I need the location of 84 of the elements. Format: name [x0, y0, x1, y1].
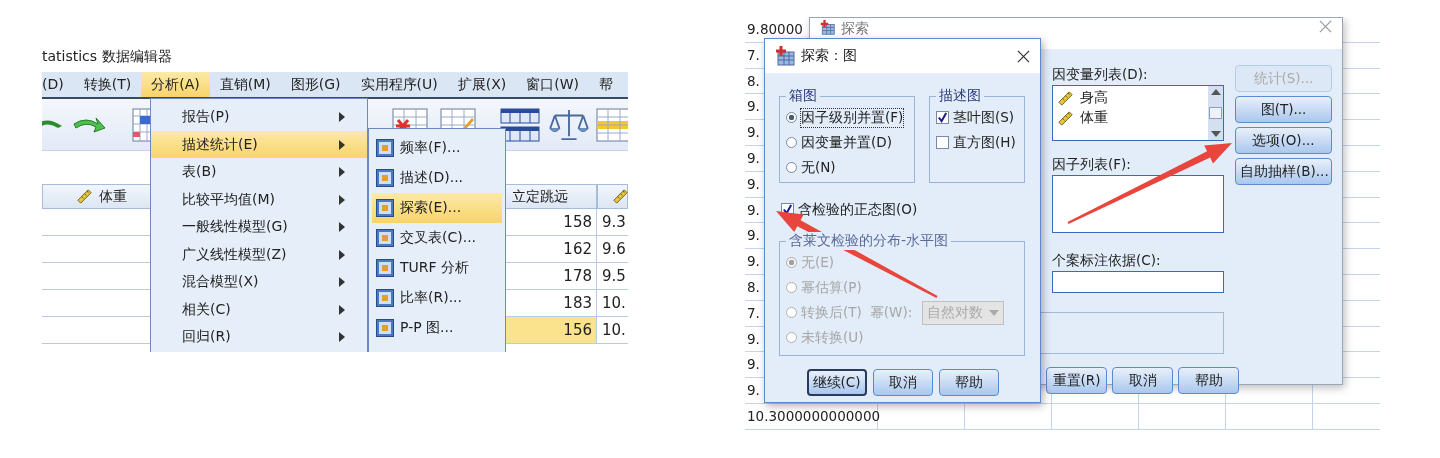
- menu-item[interactable]: 直销(M): [209, 72, 281, 97]
- option-label: 转换后(T): [801, 303, 862, 322]
- submenu-arrow-icon: [339, 277, 345, 287]
- submenu-arrow-icon: [339, 304, 345, 315]
- dialog-button[interactable]: 图(T)...: [1235, 96, 1332, 123]
- dialog-title: 探索：图: [801, 47, 857, 65]
- close-icon[interactable]: [1017, 49, 1030, 63]
- table-cell: 9.3: [597, 209, 628, 236]
- menu-item[interactable]: 分析(A): [141, 72, 210, 97]
- menu-item[interactable]: 描述(D)...: [372, 163, 502, 193]
- tile-icon: [376, 289, 394, 307]
- dialog-button[interactable]: 帮助: [938, 369, 999, 396]
- field-label: 因子列表(F):: [1052, 155, 1132, 173]
- tile-icon: [376, 169, 394, 187]
- ruler-icon: [76, 188, 93, 205]
- radio-button[interactable]: [786, 137, 797, 148]
- tile-icon: [376, 199, 394, 217]
- checkbox[interactable]: [936, 111, 949, 124]
- option-label: 无(E): [801, 253, 835, 272]
- column-title: 体重: [99, 187, 127, 206]
- submenu-arrow-icon: [339, 167, 345, 177]
- tile-icon: [376, 319, 394, 337]
- scale-icon[interactable]: [548, 108, 590, 142]
- app-icon: [775, 46, 795, 66]
- table-cell: 10.: [597, 290, 628, 317]
- menu-item[interactable]: 窗口(W): [516, 72, 589, 97]
- scrollbar[interactable]: [1208, 86, 1223, 140]
- menu-item[interactable]: 转换(T): [73, 72, 142, 97]
- dialog-button[interactable]: 选项(O)...: [1235, 127, 1332, 154]
- list-item[interactable]: 身高: [1080, 89, 1108, 107]
- column-header[interactable]: [597, 184, 628, 209]
- menu-item[interactable]: (D): [42, 72, 74, 97]
- app-icon: [820, 20, 835, 35]
- group-title: 描述图: [938, 87, 982, 105]
- table-cell: 9.5: [597, 263, 628, 290]
- option-label: 幂估算(P): [801, 278, 862, 297]
- ruler-icon: [1057, 89, 1074, 107]
- table-cell: 9.6: [597, 236, 628, 263]
- column-title: 立定跳远: [512, 187, 568, 206]
- menu-item[interactable]: 探索(E)...: [372, 193, 502, 223]
- table-cell: 10.: [597, 317, 628, 344]
- menu-item[interactable]: 报告(P): [151, 103, 367, 131]
- menu-item[interactable]: 频率(F)...: [372, 133, 502, 163]
- dialog-button[interactable]: 重置(R): [1046, 367, 1107, 394]
- ruler-icon: [1057, 109, 1074, 127]
- caret-icon: [989, 309, 1000, 316]
- table-icon[interactable]: [500, 108, 540, 142]
- scroll-up-icon[interactable]: [1210, 89, 1221, 95]
- menu-item[interactable]: 图形(G): [280, 72, 351, 97]
- option-label: 直方图(H): [953, 133, 1016, 152]
- radio-button[interactable]: [786, 162, 797, 173]
- dialog-button[interactable]: 自助抽样(B)...: [1235, 158, 1332, 185]
- tile-icon: [376, 259, 394, 277]
- submenu-arrow-icon: [339, 139, 345, 150]
- dialog-title: 探索: [841, 20, 869, 38]
- window-title: tatistics 数据编辑器: [42, 48, 172, 66]
- option-label: 未转换(U): [801, 328, 864, 347]
- dialog-button[interactable]: 取消: [1112, 367, 1173, 394]
- field-label: 因变量列表(D):: [1052, 65, 1149, 83]
- option-label: 茎叶图(S): [953, 108, 1015, 127]
- menu-item[interactable]: 实用程序(U): [350, 72, 448, 97]
- dialog-button[interactable]: 帮助: [1178, 367, 1239, 394]
- submenu-arrow-icon: [339, 249, 345, 260]
- list-box[interactable]: [1052, 175, 1224, 233]
- dialog-button[interactable]: 继续(C): [806, 369, 867, 396]
- scroll-down-icon[interactable]: [1210, 131, 1221, 137]
- submenu-arrow-icon: [339, 332, 345, 342]
- field-label: 个案标注依据(C):: [1052, 251, 1162, 269]
- checkbox[interactable]: [936, 136, 949, 149]
- menu-item[interactable]: 扩展(X): [447, 72, 517, 97]
- list-box[interactable]: 身高 体重: [1052, 85, 1224, 141]
- list-item[interactable]: 体重: [1080, 109, 1108, 127]
- tile-icon: [376, 139, 394, 157]
- submenu-arrow-icon: [339, 112, 345, 122]
- submenu-arrow-icon: [339, 194, 345, 205]
- menu-item[interactable]: 帮: [589, 72, 623, 97]
- submenu-arrow-icon: [339, 222, 345, 232]
- dialog-button[interactable]: 取消: [872, 369, 933, 396]
- menu-item[interactable]: 表(B): [151, 158, 367, 186]
- tile-icon: [376, 229, 394, 247]
- input-field[interactable]: [1052, 271, 1224, 293]
- ruler-icon: [612, 188, 628, 205]
- radio-button[interactable]: [786, 112, 797, 123]
- menu-item[interactable]: 描述统计(E): [151, 130, 367, 158]
